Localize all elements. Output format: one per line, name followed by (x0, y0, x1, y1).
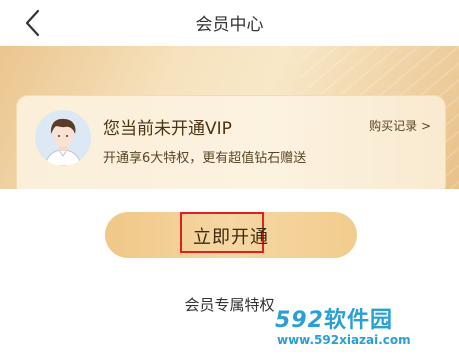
page-title: 会员中心 (195, 15, 264, 35)
site-watermark: 592软件园 www.592xiazai.com (275, 302, 451, 352)
watermark-logo-text: 软件园 (323, 308, 393, 333)
vip-benefit-subtitle: 开通享6大特权，更有超值钻石赠送 (103, 151, 307, 166)
watermark-url: www.592xiazai.com (277, 333, 411, 347)
open-vip-button-label: 立即开通 (193, 227, 269, 248)
watermark-logo: 592软件园 (275, 302, 393, 334)
top-nav-bar: 会员中心 (0, 0, 459, 46)
user-avatar-icon[interactable] (35, 110, 91, 166)
open-vip-button[interactable]: 立即开通 (105, 212, 357, 258)
member-banner: 您当前未开通VIP 开通享6大特权，更有超值钻石赠送 购买记录 > (0, 46, 459, 189)
membership-status-card: 您当前未开通VIP 开通享6大特权，更有超值钻石赠送 购买记录 > (16, 95, 446, 189)
purchase-record-link[interactable]: 购买记录 > (369, 117, 431, 134)
vip-status-title: 您当前未开通VIP (103, 119, 232, 139)
watermark-logo-digits: 592 (275, 308, 324, 333)
